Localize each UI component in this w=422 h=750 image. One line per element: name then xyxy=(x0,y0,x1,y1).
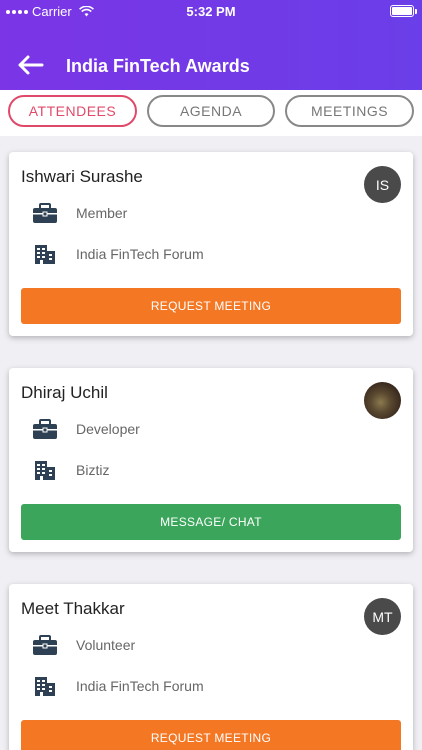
page-title: India FinTech Awards xyxy=(66,56,250,76)
attendee-name: Dhiraj Uchil xyxy=(21,383,108,402)
building-icon xyxy=(35,677,55,696)
tab-meetings[interactable]: MEETINGS xyxy=(285,95,414,127)
role-label: Developer xyxy=(76,421,140,437)
org-row: India FinTech Forum xyxy=(33,244,204,264)
role-label: Member xyxy=(76,205,128,221)
clock: 5:32 PM xyxy=(186,4,236,19)
organization-label: India FinTech Forum xyxy=(76,246,204,262)
role-label: Volunteer xyxy=(76,637,136,653)
org-row: India FinTech Forum xyxy=(33,676,204,696)
building-icon xyxy=(35,461,55,480)
role-row: Volunteer xyxy=(33,635,135,655)
message-chat-button[interactable]: MESSAGE/ CHAT xyxy=(21,504,401,540)
attendee-name: Meet Thakkar xyxy=(21,599,125,618)
avatar[interactable]: MT xyxy=(364,598,401,635)
attendee-card: Dhiraj Uchil Developer Biztiz MESSAGE/ C… xyxy=(9,368,413,552)
role-row: Developer xyxy=(33,419,140,439)
avatar[interactable] xyxy=(364,382,401,419)
briefcase-icon xyxy=(33,635,57,655)
briefcase-icon xyxy=(33,203,57,223)
organization-label: India FinTech Forum xyxy=(76,678,204,694)
attendee-name: Ishwari Surashe xyxy=(21,167,143,186)
request-meeting-button[interactable]: REQUEST MEETING xyxy=(21,720,401,750)
app-header: Carrier 5:32 PM India FinTech Awards xyxy=(0,0,422,90)
arrow-left-icon[interactable] xyxy=(16,53,44,77)
attendee-card: Meet Thakkar MT Volunteer India FinTech … xyxy=(9,584,413,750)
org-row: Biztiz xyxy=(33,460,109,480)
request-meeting-button[interactable]: REQUEST MEETING xyxy=(21,288,401,324)
tab-agenda[interactable]: AGENDA xyxy=(147,95,275,127)
attendee-card: Ishwari Surashe IS Member India FinTech … xyxy=(9,152,413,336)
status-bar: Carrier 5:32 PM xyxy=(0,0,422,22)
organization-label: Biztiz xyxy=(76,462,110,478)
building-icon xyxy=(35,245,55,264)
role-row: Member xyxy=(33,203,127,223)
avatar[interactable]: IS xyxy=(364,166,401,203)
tab-attendees[interactable]: ATTENDEES xyxy=(8,95,137,127)
briefcase-icon xyxy=(33,419,57,439)
tab-bar: ATTENDEES AGENDA MEETINGS xyxy=(0,90,422,136)
battery-icon xyxy=(390,5,417,17)
